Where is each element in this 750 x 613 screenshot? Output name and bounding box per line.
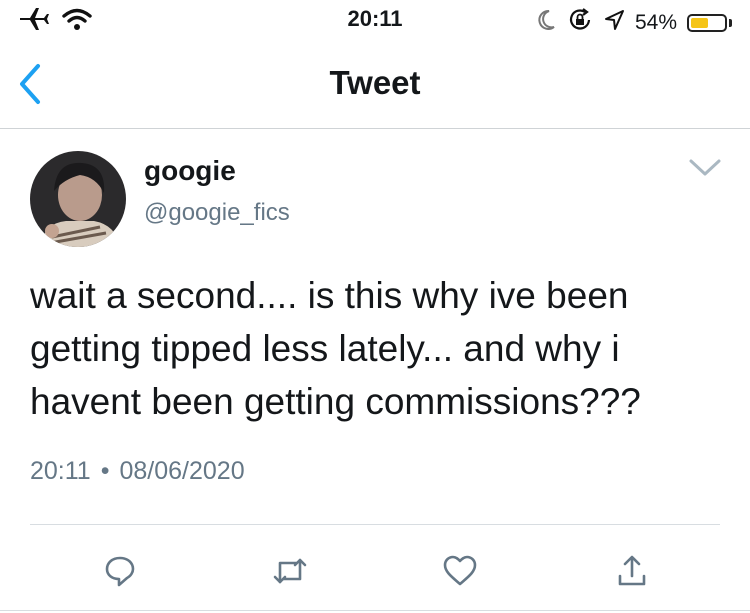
status-right: 54%	[535, 7, 732, 39]
user-handle[interactable]: @googie_fics	[144, 199, 290, 227]
tweet-date: 08/06/2020	[119, 457, 245, 485]
display-name[interactable]: googie	[144, 155, 236, 187]
share-button[interactable]	[612, 551, 652, 591]
nav-bar: Tweet	[0, 40, 750, 129]
like-button[interactable]	[440, 551, 480, 591]
chevron-down-icon	[689, 159, 721, 176]
avatar[interactable]	[30, 151, 126, 247]
reply-icon	[105, 556, 135, 587]
location-icon	[603, 8, 625, 38]
battery-level	[691, 18, 708, 28]
retweet-icon	[273, 558, 307, 584]
tweet-time: 20:11	[30, 457, 91, 485]
tweet-text: wait a second.... is this why ive been g…	[30, 275, 641, 422]
tweet-timestamp: 20:11 • 08/06/2020	[30, 457, 245, 486]
meta-separator: •	[100, 457, 110, 485]
tweet: googie @googie_fics wait a second.... is…	[0, 129, 750, 613]
share-icon	[618, 555, 646, 586]
bottom-divider	[0, 610, 750, 611]
like-icon	[443, 555, 477, 586]
status-bar: 20:11 54%	[0, 0, 750, 40]
page-title: Tweet	[329, 64, 421, 101]
divider	[30, 524, 720, 525]
tweet-menu-button[interactable]	[688, 157, 722, 179]
reply-button[interactable]	[100, 551, 140, 591]
tweet-actions	[0, 539, 750, 599]
moon-icon	[535, 8, 557, 38]
battery-icon	[687, 14, 727, 32]
battery-percent: 54%	[634, 11, 677, 34]
retweet-button[interactable]	[270, 551, 310, 591]
rotation-lock-icon	[567, 7, 593, 39]
battery-nub	[729, 19, 732, 27]
avatar-photo	[30, 151, 126, 247]
